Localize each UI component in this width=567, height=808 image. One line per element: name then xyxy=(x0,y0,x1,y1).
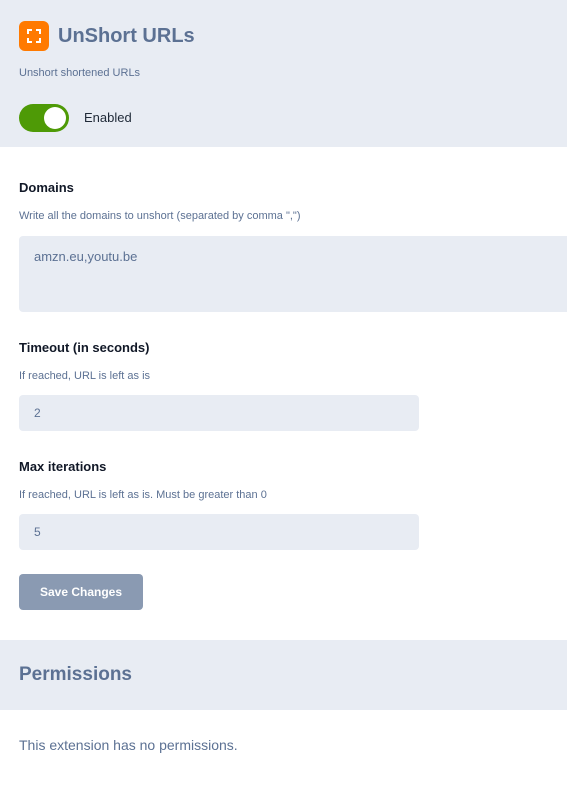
permissions-title: Permissions xyxy=(19,664,132,685)
save-changes-button[interactable]: Save Changes xyxy=(19,574,143,610)
domains-help: Write all the domains to unshort (separa… xyxy=(19,210,301,222)
timeout-help: If reached, URL is left as is xyxy=(19,370,151,382)
domains-title: Domains xyxy=(19,180,74,195)
permissions-text: This extension has no permissions. xyxy=(19,737,238,753)
max-iterations-title: Max iterations xyxy=(19,459,107,474)
enabled-label: Enabled xyxy=(84,110,132,125)
expand-corners-icon xyxy=(19,21,49,51)
timeout-title: Timeout (in seconds) xyxy=(19,340,150,355)
timeout-input[interactable] xyxy=(19,395,419,431)
domains-textarea[interactable]: amzn.eu,youtu.be xyxy=(19,236,567,312)
extension-subtitle: Unshort shortened URLs xyxy=(19,67,141,79)
extension-header: UnShort URLs Unshort shortened URLs Enab… xyxy=(0,0,567,147)
max-iterations-help: If reached, URL is left as is. Must be g… xyxy=(19,489,267,501)
max-iterations-input[interactable] xyxy=(19,514,419,550)
extension-title: UnShort URLs xyxy=(58,25,195,47)
enabled-toggle[interactable] xyxy=(19,104,69,132)
permissions-header: Permissions xyxy=(0,640,567,710)
toggle-knob xyxy=(44,107,66,129)
